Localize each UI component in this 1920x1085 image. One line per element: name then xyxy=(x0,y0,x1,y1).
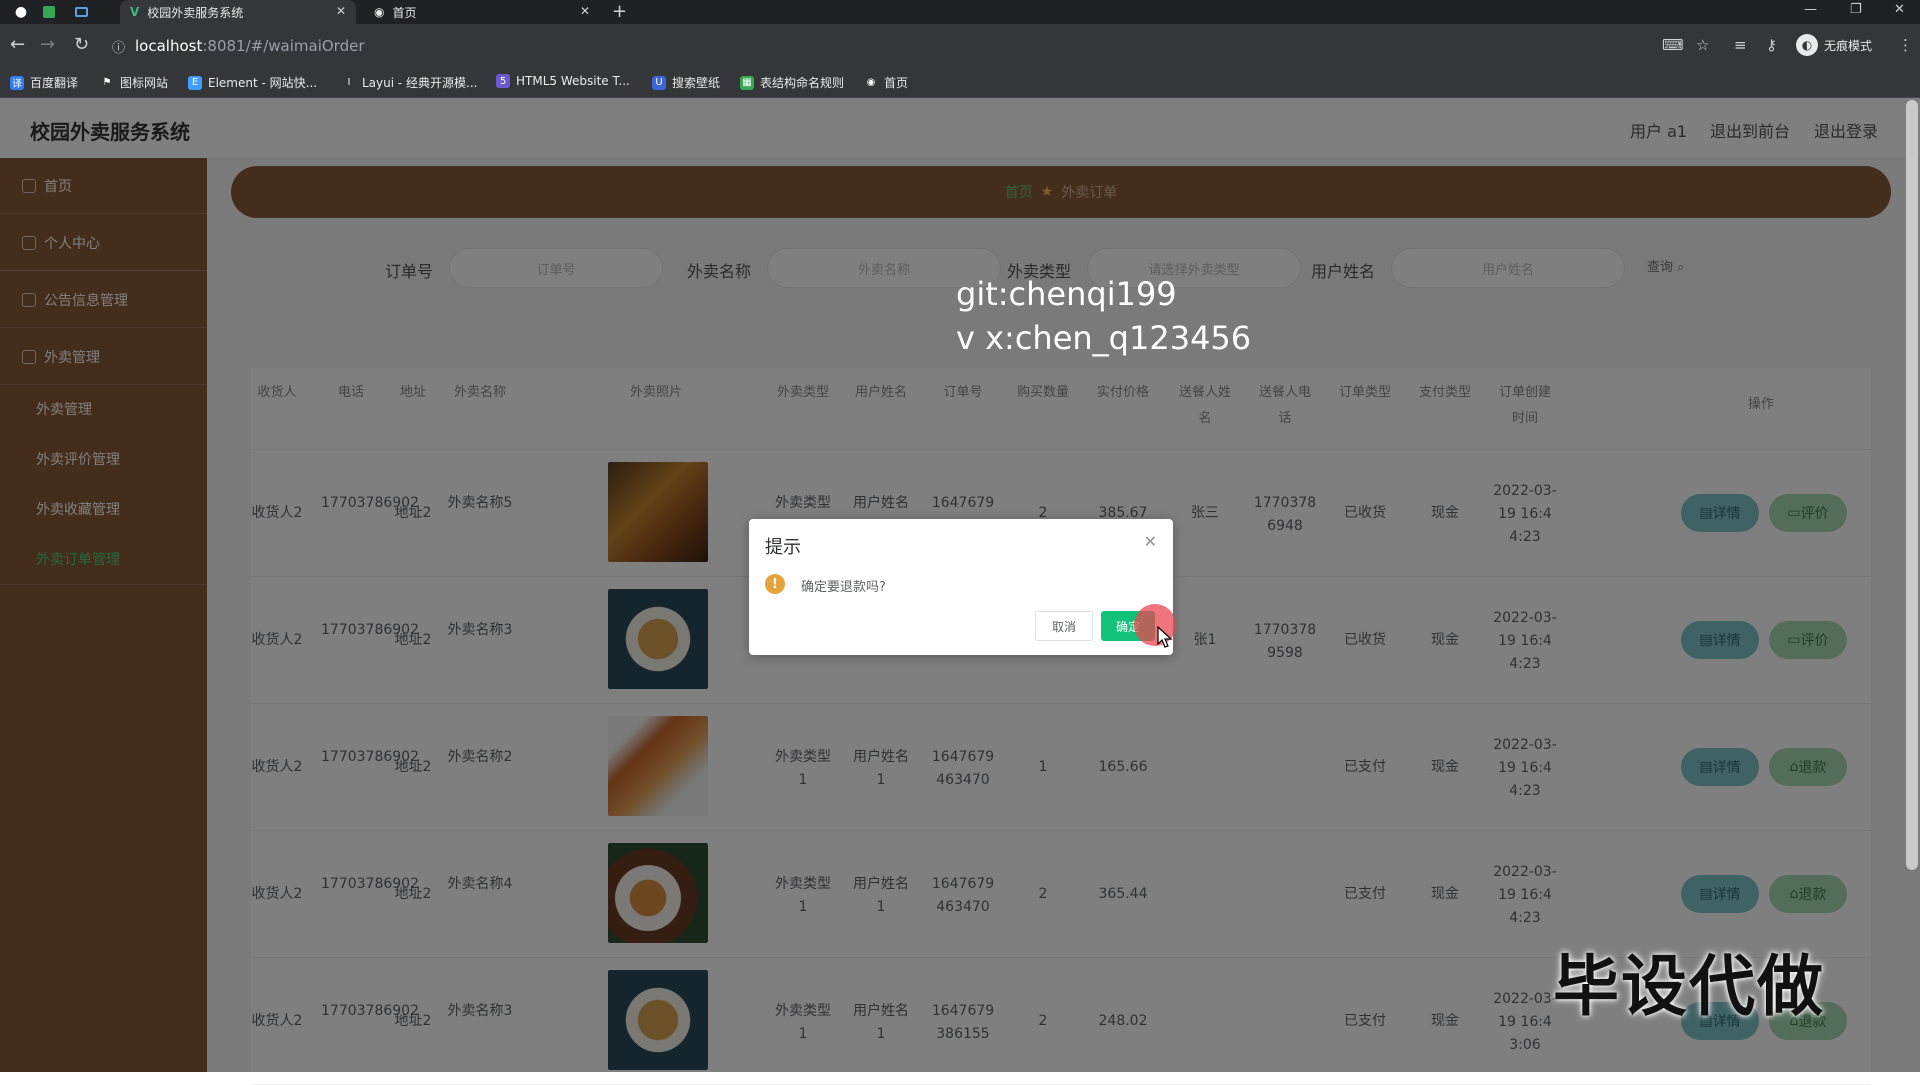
url-path: :8081/#/waimaiOrder xyxy=(202,37,365,55)
tab-app[interactable]: V 校园外卖服务系统 ✕ xyxy=(120,0,356,24)
bookmark-label: HTML5 Website T... xyxy=(516,74,630,88)
globe-icon: ◉ xyxy=(374,5,385,19)
bookmarks-bar: 译百度翻译 ⚑ 图标网站 E Element - 网站快... Ⅰ Layui - 经… xyxy=(0,68,1920,98)
bookmark-label: Element - 网站快... xyxy=(208,76,318,90)
reload-icon[interactable]: ↻ xyxy=(74,36,89,54)
incognito-icon: ◐ xyxy=(1796,34,1818,56)
bookmark-item[interactable]: E Element - 网站快... xyxy=(188,74,317,91)
flag-icon: ⚑ xyxy=(102,77,112,88)
overlay-wx-text: v x:chen_q123456 xyxy=(956,319,1252,357)
reading-list-icon[interactable]: ≡ xyxy=(1734,36,1747,54)
warning-icon: ! xyxy=(765,574,785,594)
bookmark-item[interactable]: 5 HTML5 Website T... xyxy=(496,74,630,88)
bookmark-label: 百度翻译 xyxy=(30,76,79,90)
browser-tab-bar: ● V 校园外卖服务系统 ✕ ◉ 首页 ✕ + — ❐ ✕ xyxy=(0,0,1920,24)
bookmark-item[interactable]: U 搜索壁纸 xyxy=(652,74,720,91)
bookmark-star-icon[interactable]: ☆ xyxy=(1696,36,1709,54)
translate-bookmark-icon: 译 xyxy=(10,75,24,90)
tab-close-icon[interactable]: ✕ xyxy=(580,4,590,18)
cancel-button[interactable]: 取消 xyxy=(1035,611,1093,641)
vue-logo-icon: V xyxy=(130,5,140,19)
browser-menu-icon[interactable]: ⋮ xyxy=(1898,36,1913,54)
bookmark-label: 表结构命名规则 xyxy=(760,76,845,90)
html5-icon: 5 xyxy=(496,74,510,88)
bookmark-item[interactable]: ▦ 表结构命名规则 xyxy=(740,74,844,91)
globe-icon: ◉ xyxy=(866,77,876,88)
tab-home[interactable]: ◉ 首页 ✕ xyxy=(364,0,600,24)
bookmark-label: 搜索壁纸 xyxy=(672,76,721,90)
info-icon: ⓘ xyxy=(112,40,126,56)
bookmark-item[interactable]: ⚑ 图标网站 xyxy=(100,74,169,91)
restore-icon[interactable]: ❐ xyxy=(1850,2,1862,17)
minimize-icon[interactable]: — xyxy=(1804,2,1817,17)
address-bar-row: ← → ↻ ⓘ localhost:8081/#/waimaiOrder ⌨ ☆… xyxy=(0,24,1920,68)
tab-title: 校园外卖服务系统 xyxy=(147,5,244,20)
close-icon[interactable]: ✕ xyxy=(1144,532,1157,551)
page-scrollbar[interactable] xyxy=(1906,100,1918,870)
layui-icon: Ⅰ xyxy=(347,77,351,88)
url-field[interactable]: ⓘ localhost:8081/#/waimaiOrder xyxy=(112,32,1662,60)
new-tab-icon[interactable]: + xyxy=(612,1,627,22)
incognito-label: 无痕模式 xyxy=(1824,38,1873,53)
element-icon: E xyxy=(188,75,202,90)
bookmark-item[interactable]: ◉ 首页 xyxy=(864,74,908,91)
tab-close-icon[interactable]: ✕ xyxy=(336,4,346,18)
dialog-title: 提示 xyxy=(765,537,801,558)
mouse-cursor-icon xyxy=(1157,626,1173,648)
bookmark-item[interactable]: 译百度翻译 xyxy=(10,74,78,91)
bookmark-item[interactable]: Ⅰ Layui - 经典开源模... xyxy=(342,74,478,91)
confirm-dialog: 提示 ✕ ! 确定要退款吗? 取消 确定 xyxy=(749,519,1173,655)
bookmark-label: Layui - 经典开源模... xyxy=(362,76,478,90)
bookmark-label: 首页 xyxy=(884,76,909,90)
pinned-tab-tv-icon[interactable] xyxy=(70,3,92,21)
incognito-profile[interactable]: ◐ 无痕模式 xyxy=(1796,34,1872,56)
pinned-tab-sheet-icon[interactable] xyxy=(38,3,60,21)
back-icon[interactable]: ← xyxy=(10,36,25,54)
url-host: localhost xyxy=(135,37,203,55)
sheet-icon: ▦ xyxy=(740,75,754,90)
translate-icon[interactable]: ⌨ xyxy=(1662,36,1684,54)
pinned-tab-github-icon[interactable]: ● xyxy=(10,3,32,21)
wallpaper-icon: U xyxy=(652,75,666,90)
dialog-message: 确定要退款吗? xyxy=(801,580,886,595)
corner-watermark: 毕设代做 xyxy=(1553,948,1825,1025)
forward-icon[interactable]: → xyxy=(40,36,55,54)
overlay-git-text: git:chenqi199 xyxy=(956,275,1177,313)
password-key-icon[interactable]: ⚷ xyxy=(1766,36,1777,54)
bookmark-label: 图标网站 xyxy=(120,76,169,90)
close-window-icon[interactable]: ✕ xyxy=(1894,2,1905,17)
tab-title: 首页 xyxy=(392,5,417,20)
